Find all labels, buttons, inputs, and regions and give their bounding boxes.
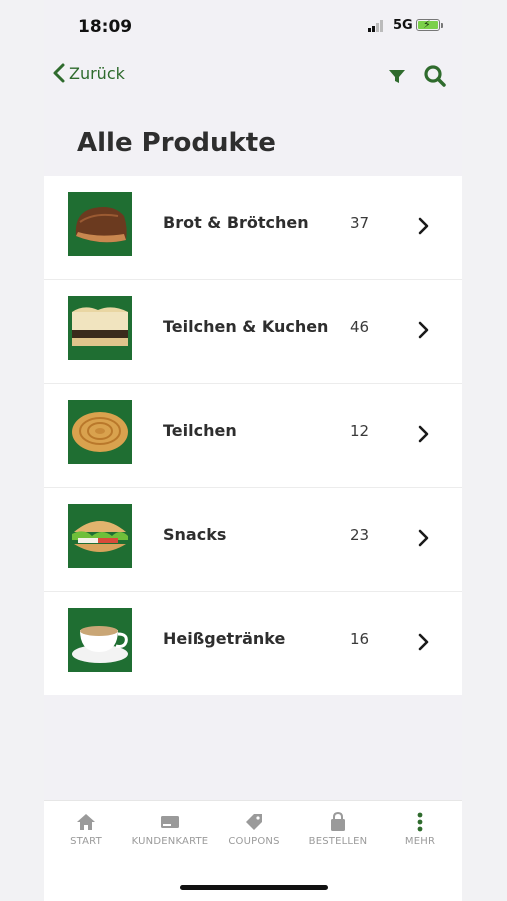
category-count: 46 (350, 318, 370, 336)
back-button[interactable]: Zurück (52, 62, 125, 84)
category-count: 37 (350, 214, 370, 232)
tab-label: START (70, 836, 102, 847)
tab-start[interactable]: START (44, 811, 128, 847)
tab-kundenkarte[interactable]: KUNDENKARTE (128, 811, 212, 847)
chevron-right-icon (418, 217, 429, 235)
tab-bestellen[interactable]: BESTELLEN (296, 811, 380, 847)
card-icon (161, 816, 179, 828)
network-type: 5G (393, 18, 413, 33)
back-label: Zurück (69, 63, 125, 83)
tab-label: MEHR (404, 836, 436, 847)
chevron-left-icon (53, 63, 65, 83)
app-screen: 18:09 5G ⚡ Zurück Alle Produkte Brot & B… (44, 0, 462, 901)
filter-icon[interactable] (386, 65, 408, 87)
signal-icon (368, 20, 383, 32)
category-count: 12 (350, 422, 370, 440)
tab-label: COUPONS (228, 836, 280, 847)
home-icon (77, 814, 95, 830)
chevron-right-icon (418, 633, 429, 651)
category-count: 23 (350, 526, 370, 544)
battery-icon: ⚡ (416, 18, 440, 31)
navigation-bar: Zurück (44, 52, 462, 98)
status-bar: 18:09 5G ⚡ (44, 0, 462, 52)
category-label: Snacks (163, 525, 227, 544)
tab-label: KUNDENKARTE (131, 836, 209, 847)
bread-loaf-image (68, 192, 132, 256)
page-title: Alle Produkte (77, 128, 276, 158)
tab-coupons[interactable]: COUPONS (212, 811, 296, 847)
category-count: 16 (350, 630, 370, 648)
more-icon (417, 812, 423, 832)
category-label: Teilchen (163, 421, 237, 440)
chevron-right-icon (418, 321, 429, 339)
category-row-snacks[interactable]: Snacks 23 (44, 488, 462, 592)
chevron-right-icon (418, 529, 429, 547)
tab-mehr[interactable]: MEHR (378, 811, 462, 847)
category-label: Teilchen & Kuchen (163, 317, 329, 336)
sandwich-image (68, 504, 132, 568)
bag-icon (331, 812, 345, 831)
tag-icon (246, 814, 262, 830)
category-label: Heißgetränke (163, 629, 286, 648)
category-row-brot-broetchen[interactable]: Brot & Brötchen 37 (44, 176, 462, 280)
category-label: Brot & Brötchen (163, 213, 309, 232)
category-row-teilchen-kuchen[interactable]: Teilchen & Kuchen 46 (44, 280, 462, 384)
tab-label: BESTELLEN (308, 836, 368, 847)
home-indicator[interactable] (180, 885, 328, 890)
battery-tip (441, 23, 443, 28)
category-row-teilchen[interactable]: Teilchen 12 (44, 384, 462, 488)
category-row-heissgetraenke[interactable]: Heißgetränke 16 (44, 592, 462, 695)
category-list: Brot & Brötchen 37 Teilchen & Kuchen 46 (44, 176, 462, 695)
pastry-swirl-image (68, 400, 132, 464)
chevron-right-icon (418, 425, 429, 443)
coffee-cup-image (68, 608, 132, 672)
cake-slice-image (68, 296, 132, 360)
search-icon[interactable] (422, 63, 448, 89)
status-time: 18:09 (78, 17, 133, 37)
